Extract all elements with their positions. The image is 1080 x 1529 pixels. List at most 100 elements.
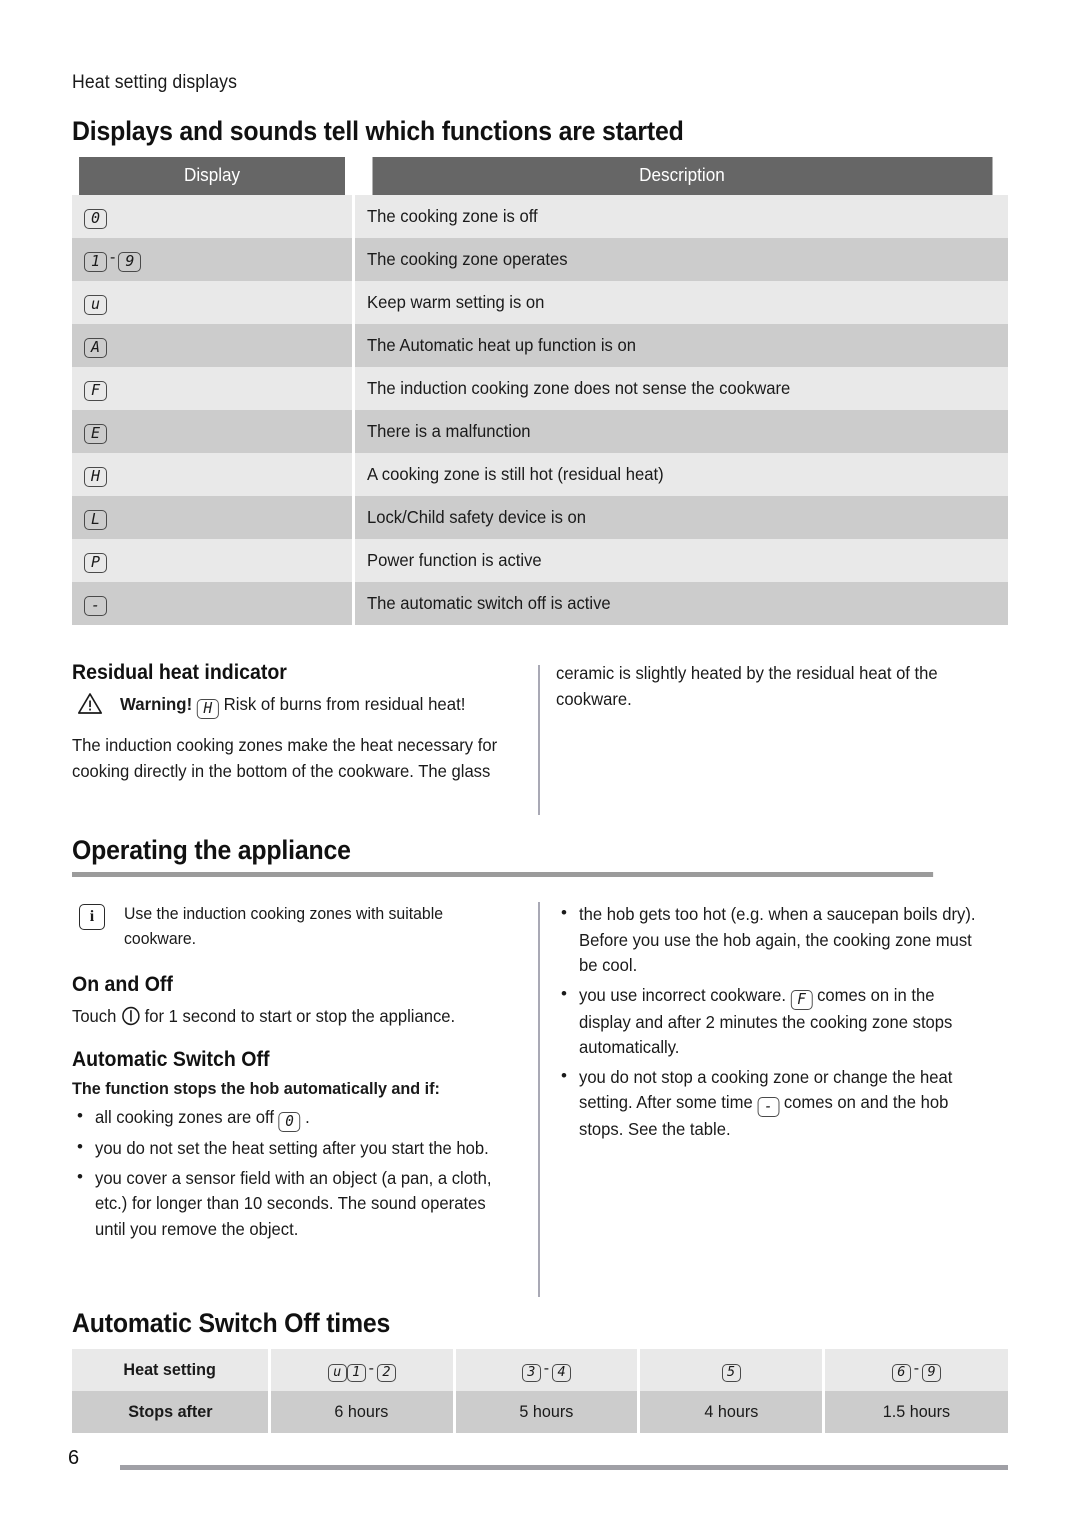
display-symbol-cell: H xyxy=(72,453,355,496)
times-heading: Automatic Switch Off times xyxy=(72,1308,391,1338)
auto-switch-off-heading: Automatic Switch Off xyxy=(72,1048,270,1071)
lcd-symbol-1: 1 xyxy=(346,1363,366,1382)
document-page: Heat setting displays Displays and sound… xyxy=(0,0,1080,1529)
operating-right-column: the hob gets too hot (e.g. when a saucep… xyxy=(556,901,1008,1147)
table-row: - The automatic switch off is active xyxy=(72,582,1008,625)
heat-setting-cell: u1-2 xyxy=(269,1349,456,1391)
lcd-symbol-u: u xyxy=(84,295,107,315)
table-row: 0 The cooking zone is off xyxy=(72,195,1008,238)
lcd-symbol-0: 0 xyxy=(278,1112,301,1132)
info-icon: i xyxy=(79,904,105,930)
operating-left-column: i Use the induction cooking zones with s… xyxy=(72,902,527,1246)
lcd-symbol-P: P xyxy=(84,553,107,573)
display-symbol-cell: - xyxy=(72,582,355,625)
display-description-table: Display Description 0 The cooking zone is… xyxy=(72,157,1008,625)
lcd-symbol-A: A xyxy=(84,338,107,358)
range-dash: - xyxy=(913,1359,920,1377)
display-symbol-cell: 0 xyxy=(72,195,355,238)
list-item: you do not set the heat setting after yo… xyxy=(72,1135,527,1162)
residual-paragraph-right: ceramic is slightly heated by the residu… xyxy=(556,663,938,709)
operating-section: i Use the induction cooking zones with s… xyxy=(72,901,1008,1302)
list-item-text: you do not set the heat setting after yo… xyxy=(95,1138,489,1158)
list-item-text: all cooking zones are off 0 . xyxy=(95,1107,310,1132)
list-item: you do not stop a cooking zone or change… xyxy=(556,1064,1008,1143)
table-row: F The induction cooking zone does not sen… xyxy=(72,367,1008,410)
lcd-symbol-F: F xyxy=(84,381,107,401)
info-icon-wrap: i xyxy=(79,903,105,930)
column-header-description: Description xyxy=(369,157,992,195)
lcd-symbol-6: 6 xyxy=(891,1363,911,1382)
list-item: the hob gets too hot (e.g. when a saucep… xyxy=(556,901,1008,979)
stops-after-cell: 4 hours xyxy=(638,1391,825,1433)
stops-after-cell: 1.5 hours xyxy=(823,1391,1008,1433)
description-cell: The Automatic heat up function is on xyxy=(353,324,1008,367)
description-cell: Power function is active xyxy=(353,539,1008,582)
list-item: you use incorrect cookware. F comes on i… xyxy=(556,982,1008,1061)
lcd-symbol-H: H xyxy=(84,467,107,487)
on-and-off-text: Touch for 1 second to start or stop the … xyxy=(72,1004,504,1030)
warning-line: Warning! H Risk of burns from residual h… xyxy=(72,692,527,719)
list-item: you cover a sensor field with an object … xyxy=(72,1165,527,1243)
auto-switch-off-lead: The function stops the hob automatically… xyxy=(72,1079,440,1098)
warning-text: Risk of burns from residual heat! xyxy=(223,694,466,714)
heat-setting-cell: 3-4 xyxy=(454,1349,641,1391)
heat-setting-cell: 6-9 xyxy=(823,1349,1008,1391)
stops-after-cell: 6 hours xyxy=(269,1391,456,1433)
description-cell: The cooking zone operates xyxy=(353,238,1008,281)
range-dash: - xyxy=(368,1359,374,1377)
on-off-text-after: for 1 second to start or stop the applia… xyxy=(144,1006,456,1027)
running-head: Heat setting displays xyxy=(72,72,238,93)
heat-setting-row: Heat setting u1-23-456-9 xyxy=(72,1349,1008,1391)
description-cell: Lock/Child safety device is on xyxy=(353,496,1008,539)
auto-switch-off-bullets-right: the hob gets too hot (e.g. when a saucep… xyxy=(556,901,1008,1143)
residual-heat-section: Residual heat indicator Warning! H Risk … xyxy=(72,661,1008,823)
switch-off-times-table: Heat setting u1-23-456-9 Stops after 6 h… xyxy=(72,1349,1008,1433)
auto-switch-off-bullets-left: all cooking zones are off 0 . you do not … xyxy=(72,1104,527,1243)
info-note-text: Use the induction cooking zones with sui… xyxy=(124,904,444,948)
on-and-off-heading: On and Off xyxy=(72,973,173,997)
description-cell: There is a malfunction xyxy=(353,410,1008,453)
table-row: L Lock/Child safety device is on xyxy=(72,496,1008,539)
lcd-symbol-E: E xyxy=(84,424,107,444)
display-symbol-cell: 1-9 xyxy=(72,238,355,281)
residual-right-column: ceramic is slightly heated by the residu… xyxy=(556,661,1008,720)
column-divider xyxy=(538,665,540,815)
lcd-symbol-1: 1 xyxy=(84,252,107,272)
table-header-row: Display Description xyxy=(72,157,1008,195)
display-table-heading: Displays and sounds tell which functions… xyxy=(72,116,684,146)
table-row: E There is a malfunction xyxy=(72,410,1008,453)
display-symbol-cell: E xyxy=(72,410,355,453)
lcd-symbol--: - xyxy=(757,1097,780,1118)
stops-after-label: Stops after xyxy=(72,1391,271,1433)
list-item: all cooking zones are off 0 . xyxy=(72,1104,527,1132)
heat-setting-label: Heat setting xyxy=(72,1349,271,1391)
range-dash: - xyxy=(543,1359,550,1377)
column-divider-operating xyxy=(538,902,540,1297)
lcd-symbol-9: 9 xyxy=(922,1363,942,1382)
display-symbol-cell: L xyxy=(72,496,355,539)
stops-after-row: Stops after 6 hours 5 hours 4 hours 1.5 hou… xyxy=(72,1391,1008,1433)
page-content: Heat setting displays Displays and sound… xyxy=(72,72,1008,1433)
display-symbol-cell: A xyxy=(72,324,355,367)
stops-after-cell: 5 hours xyxy=(454,1391,641,1433)
lcd-symbol-3: 3 xyxy=(521,1363,541,1382)
table-row: A The Automatic heat up function is on xyxy=(72,324,1008,367)
page-number: 6 xyxy=(68,1447,80,1469)
warning-symbol: H xyxy=(196,699,219,719)
on-off-text-before: Touch xyxy=(72,1006,117,1027)
description-cell: The cooking zone is off xyxy=(353,195,1008,238)
lcd-symbol-u: u xyxy=(327,1363,347,1382)
lcd-symbol-4: 4 xyxy=(552,1363,572,1382)
lcd-symbol-9: 9 xyxy=(118,252,142,272)
column-header-display: Display xyxy=(79,157,348,195)
table-row: 1-9 The cooking zone operates xyxy=(72,238,1008,281)
description-cell: The induction cooking zone does not sens… xyxy=(353,367,1008,410)
display-symbol-cell: P xyxy=(72,539,355,582)
info-note: i Use the induction cooking zones with s… xyxy=(72,902,527,951)
display-symbol-cell: F xyxy=(72,367,355,410)
lcd-symbol--: - xyxy=(84,596,107,616)
description-cell: A cooking zone is still hot (residual he… xyxy=(353,453,1008,496)
power-icon xyxy=(121,1006,140,1026)
operating-heading: Operating the appliance xyxy=(72,835,934,877)
footer-rule xyxy=(120,1465,1008,1470)
